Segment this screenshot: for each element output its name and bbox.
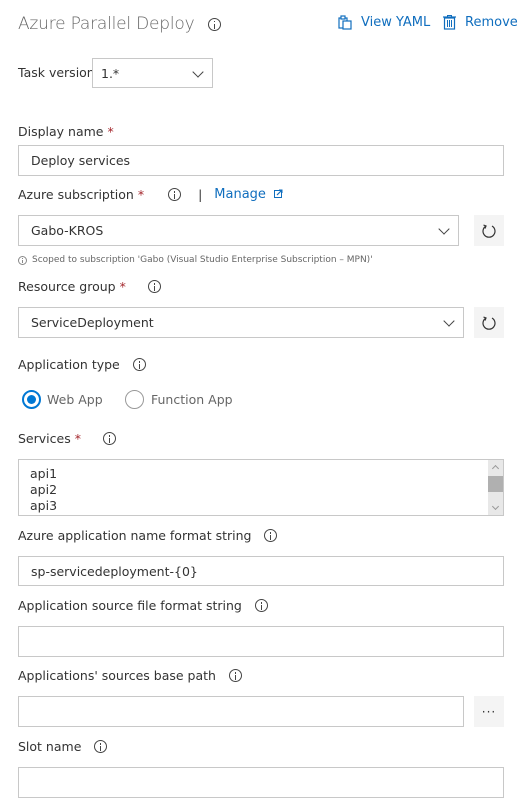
view-yaml-label: View YAML [361, 15, 431, 30]
refresh-resource-group-button[interactable] [474, 307, 504, 338]
radio-button[interactable] [125, 390, 144, 409]
display-name-label-text: Display name [18, 124, 104, 139]
required-marker: * [107, 124, 114, 139]
scroll-up-icon[interactable] [491, 464, 500, 473]
app-name-format-input[interactable]: sp-servicedeployment-{0} [18, 556, 504, 586]
manage-link[interactable]: Manage [214, 187, 283, 202]
radio-web-app[interactable]: Web App [22, 390, 103, 409]
required-marker: * [119, 279, 126, 294]
ellipsis-icon: ··· [481, 704, 497, 719]
resource-group-label: Resource group * [18, 279, 161, 294]
service-item: api2 [30, 482, 58, 497]
resource-group-select[interactable]: ServiceDeployment [18, 307, 464, 338]
services-textarea[interactable]: api1 api2 api3 [18, 459, 504, 516]
display-name-label: Display name * [18, 124, 114, 139]
remove-button[interactable]: Remove [443, 15, 518, 30]
info-icon[interactable] [264, 529, 278, 542]
services-label-text: Services [18, 431, 71, 446]
services-list: api1 api2 api3 [19, 460, 503, 514]
task-title: Azure Parallel Deploy [18, 14, 221, 34]
task-version-select[interactable]: 1.* [92, 58, 213, 88]
refresh-icon [482, 315, 496, 330]
app-name-format-label-text: Azure application name format string [18, 528, 252, 543]
services-label: Services * [18, 431, 116, 446]
service-item: api3 [30, 498, 58, 513]
info-icon[interactable] [168, 188, 182, 201]
scrollbar-thumb[interactable] [488, 476, 503, 492]
slot-name-label: Slot name [18, 739, 108, 754]
application-type-label-text: Application type [18, 357, 120, 372]
refresh-subscription-button[interactable] [474, 215, 504, 246]
azure-subscription-label: Azure subscription * | Manage [18, 187, 283, 202]
info-icon[interactable] [147, 280, 161, 293]
chevron-down-icon [438, 223, 450, 235]
view-yaml-button[interactable]: View YAML [338, 15, 430, 30]
scrollbar[interactable] [488, 460, 503, 515]
task-version-value: 1.* [101, 65, 120, 81]
radio-label: Function App [151, 392, 233, 407]
sources-base-path-input[interactable] [18, 696, 464, 727]
app-source-format-label: Application source file format string [18, 598, 268, 613]
info-icon[interactable] [207, 17, 221, 31]
radio-button-selected[interactable] [22, 390, 41, 409]
radio-label: Web App [47, 392, 103, 407]
info-icon[interactable] [228, 669, 242, 682]
chevron-down-icon [443, 315, 455, 327]
info-icon[interactable] [94, 740, 108, 753]
azure-subscription-value: Gabo-KROS [31, 223, 104, 238]
slot-name-input[interactable] [18, 767, 504, 798]
scroll-down-icon[interactable] [491, 502, 500, 511]
app-name-format-value: sp-servicedeployment-{0} [31, 563, 198, 579]
info-icon[interactable] [254, 599, 268, 612]
manage-link-text: Manage [214, 187, 266, 202]
azure-subscription-select[interactable]: Gabo-KROS [18, 215, 459, 246]
app-name-format-label: Azure application name format string [18, 528, 278, 543]
remove-label: Remove [465, 15, 518, 30]
separator: | [198, 187, 203, 202]
display-name-input[interactable]: Deploy services [18, 145, 504, 176]
sources-base-path-label: Applications' sources base path [18, 668, 242, 683]
clipboard-icon [338, 15, 352, 30]
browse-button[interactable]: ··· [474, 696, 504, 727]
required-marker: * [74, 431, 81, 446]
task-version-label: Task version [18, 65, 95, 80]
info-icon[interactable] [102, 432, 116, 445]
info-icon [18, 255, 27, 265]
external-link-icon [274, 189, 283, 198]
azure-subscription-label-text: Azure subscription [18, 187, 134, 202]
slot-name-label-text: Slot name [18, 739, 82, 754]
chevron-down-icon [192, 66, 204, 78]
subscription-scope-text: Scoped to subscription 'Gabo (Visual Stu… [32, 255, 373, 265]
info-icon[interactable] [132, 358, 146, 371]
application-type-label: Application type [18, 357, 146, 372]
resource-group-value: ServiceDeployment [31, 315, 154, 330]
radio-function-app[interactable]: Function App [125, 390, 233, 409]
sources-base-path-label-text: Applications' sources base path [18, 668, 216, 683]
trash-icon [443, 15, 456, 30]
refresh-icon [482, 223, 496, 238]
resource-group-label-text: Resource group [18, 279, 116, 294]
task-title-text: Azure Parallel Deploy [18, 14, 195, 34]
subscription-scope-hint: Scoped to subscription 'Gabo (Visual Stu… [18, 255, 373, 265]
app-source-format-label-text: Application source file format string [18, 598, 242, 613]
required-marker: * [137, 187, 145, 202]
display-name-value: Deploy services [31, 153, 131, 168]
app-source-format-input[interactable] [18, 626, 504, 657]
service-item: api1 [30, 466, 58, 481]
